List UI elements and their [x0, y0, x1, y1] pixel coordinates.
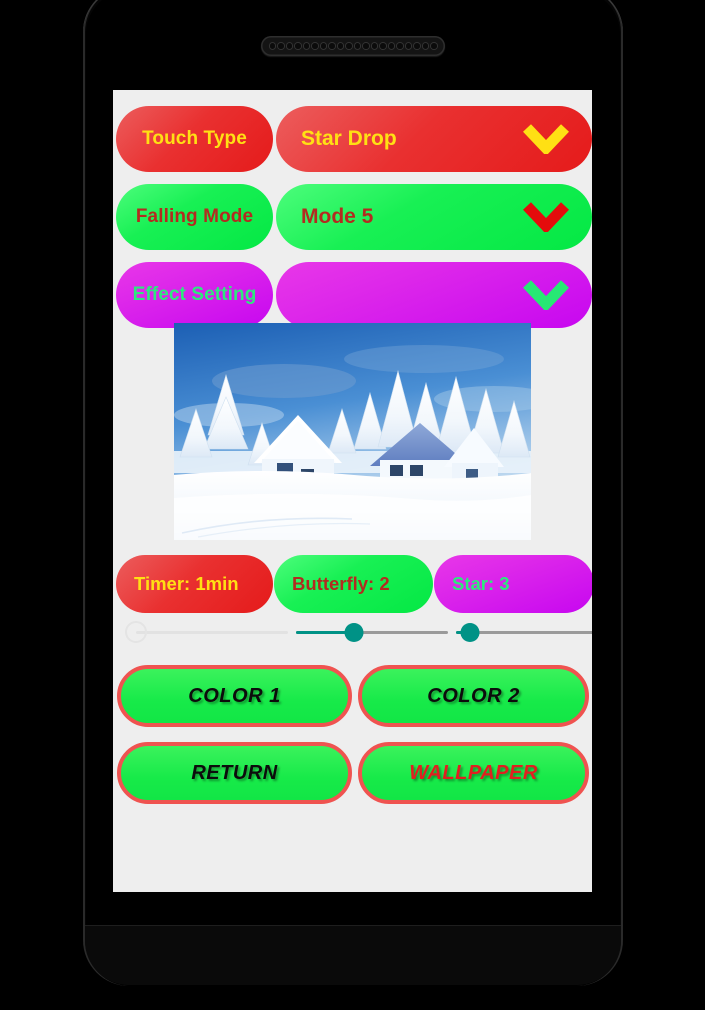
chip-timer[interactable]: Timer: 1min: [116, 555, 273, 613]
dropdown-falling-mode[interactable]: Mode 5: [276, 184, 592, 250]
dropdown-row-touch-type: Touch Type Star Drop: [113, 106, 592, 172]
speaker-hole: [370, 42, 378, 50]
label-pill-effect-setting: Effect Setting: [116, 262, 273, 328]
chip-label: Timer: 1min: [134, 573, 239, 594]
speaker-hole: [379, 42, 387, 50]
slider-track[interactable]: [136, 631, 288, 634]
dropdown-value-text: Mode 5: [301, 205, 374, 228]
chip-label: Star: 3: [452, 573, 510, 594]
chevron-down-icon[interactable]: [523, 202, 569, 232]
speaker-hole: [362, 42, 370, 50]
butterfly-slider[interactable]: [296, 618, 448, 648]
slider-thumb[interactable]: [125, 621, 147, 643]
label-text: Touch Type: [142, 128, 247, 149]
chip-star[interactable]: Star: 3: [434, 555, 592, 613]
button-label: WALLPAPER: [409, 761, 538, 784]
speaker-hole: [268, 42, 276, 50]
label-text: Effect Setting: [132, 284, 257, 305]
button-label: COLOR 1: [188, 684, 281, 707]
slider-group: [113, 618, 592, 648]
speaker-hole: [413, 42, 421, 50]
dropdown-value-text: Star Drop: [301, 127, 397, 150]
chevron-down-icon[interactable]: [523, 124, 569, 154]
dropdown-row-effect-setting: Effect Setting: [113, 262, 592, 328]
chevron-down-icon[interactable]: [523, 280, 569, 310]
speaker-hole: [404, 42, 412, 50]
speaker-hole: [353, 42, 361, 50]
speaker-hole: [387, 42, 395, 50]
phone-screen: Touch Type Star Drop Falling Mode Mode 5: [113, 90, 592, 892]
return-button[interactable]: RETURN: [117, 742, 352, 804]
slider-thumb[interactable]: [344, 623, 364, 642]
dropdown-effect-setting[interactable]: [276, 262, 592, 328]
speaker-hole: [319, 42, 327, 50]
color-1-button[interactable]: COLOR 1: [117, 665, 352, 727]
speaker-hole: [285, 42, 293, 50]
color-2-button[interactable]: COLOR 2: [358, 665, 589, 727]
speaker-hole: [421, 42, 429, 50]
speaker-hole: [430, 42, 438, 50]
phone-device: Touch Type Star Drop Falling Mode Mode 5: [0, 0, 705, 1010]
chip-label: Butterfly: 2: [292, 573, 390, 594]
speaker-hole: [345, 42, 353, 50]
chip-butterfly[interactable]: Butterfly: 2: [274, 555, 433, 613]
dropdown-touch-type[interactable]: Star Drop: [276, 106, 592, 172]
speaker-hole: [277, 42, 285, 50]
label-pill-touch-type: Touch Type: [116, 106, 273, 172]
app-root: Touch Type Star Drop Falling Mode Mode 5: [113, 90, 592, 892]
dropdown-row-falling-mode: Falling Mode Mode 5: [113, 184, 592, 250]
star-slider[interactable]: [456, 618, 592, 648]
speaker-hole: [294, 42, 302, 50]
speaker-grille: [261, 36, 445, 56]
label-text: Falling Mode: [135, 206, 254, 227]
timer-slider[interactable]: [125, 618, 288, 648]
wallpaper-button[interactable]: WALLPAPER: [358, 742, 589, 804]
value-chips: Timer: 1min Butterfly: 2 Star: 3: [113, 555, 592, 613]
label-pill-falling-mode: Falling Mode: [116, 184, 273, 250]
button-label: COLOR 2: [427, 684, 520, 707]
wallpaper-preview[interactable]: [174, 323, 531, 540]
speaker-hole: [396, 42, 404, 50]
slider-thumb[interactable]: [460, 623, 480, 642]
speaker-hole: [328, 42, 336, 50]
speaker-hole: [336, 42, 344, 50]
speaker-hole: [311, 42, 319, 50]
button-label: RETURN: [191, 761, 278, 784]
speaker-hole: [302, 42, 310, 50]
phone-bottom-bezel: [85, 925, 621, 985]
